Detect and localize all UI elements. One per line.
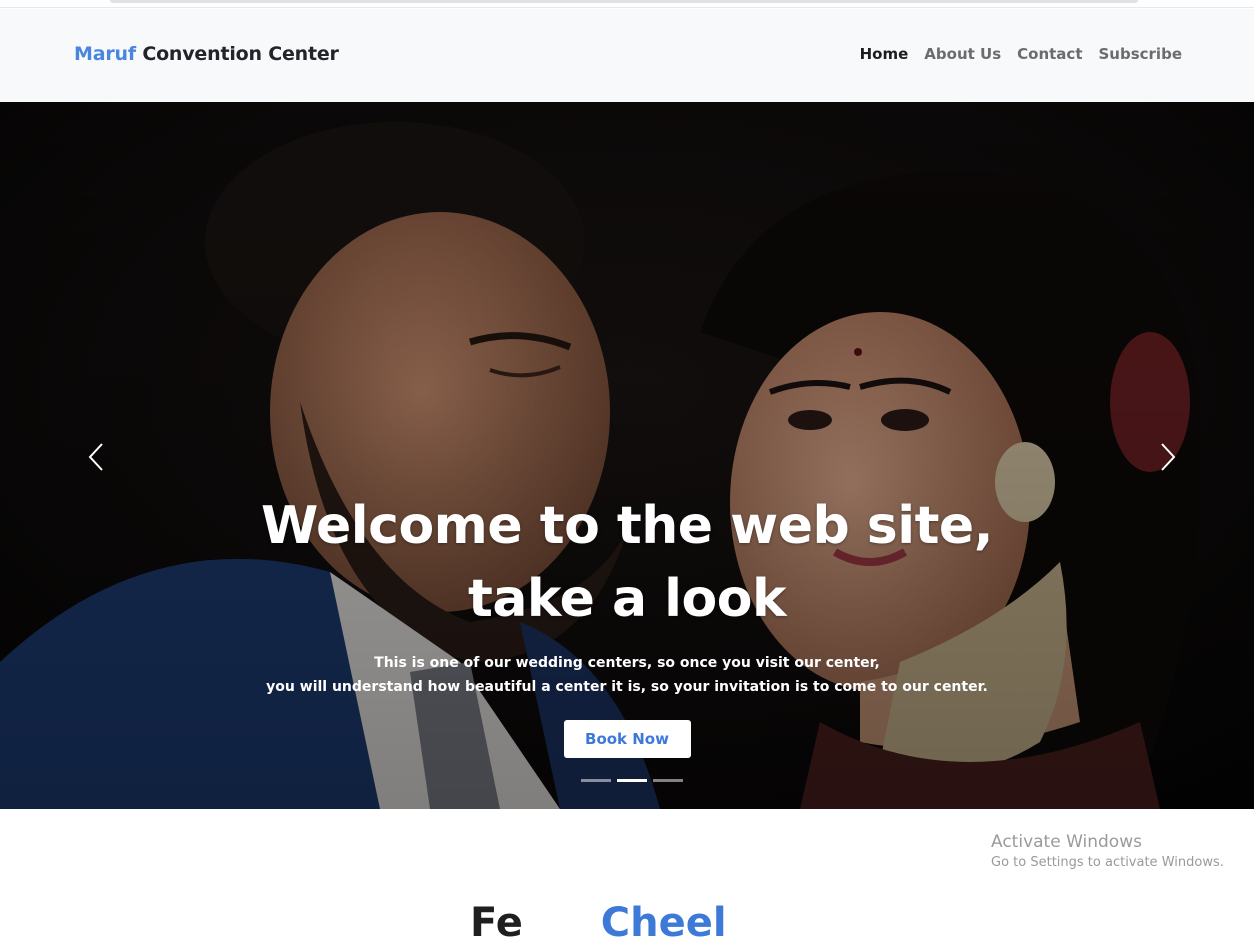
- carousel-prev-button[interactable]: [82, 440, 112, 474]
- chevron-left-icon: [88, 443, 103, 471]
- hero-description-line-2: you will understand how beautiful a cent…: [266, 679, 988, 695]
- section-heading-word-2: Cheel: [600, 900, 727, 946]
- carousel-indicators: [581, 779, 683, 782]
- browser-top-strip: [0, 0, 1254, 8]
- watermark-subtitle: Go to Settings to activate Windows.: [991, 855, 1224, 870]
- brand-logo[interactable]: Maruf Convention Center: [74, 43, 339, 65]
- browser-tab-edge: [110, 0, 1138, 3]
- carousel-indicator-3[interactable]: [653, 779, 683, 782]
- navbar: Maruf Convention Center Home About Us Co…: [0, 9, 1254, 102]
- main-nav: Home About Us Contact Subscribe: [860, 45, 1182, 63]
- hero-description-line-1: This is one of our wedding centers, so o…: [374, 655, 880, 671]
- carousel-next-button[interactable]: [1152, 440, 1182, 474]
- chevron-right-icon: [1161, 443, 1176, 471]
- nav-subscribe[interactable]: Subscribe: [1099, 45, 1183, 63]
- section-heading: Fe Cheel: [470, 900, 727, 946]
- hero-title-line-2: take a look: [467, 569, 787, 629]
- hero-title-line-1: Welcome to the web site,: [261, 496, 993, 556]
- nav-home[interactable]: Home: [860, 45, 909, 63]
- watermark-title: Activate Windows: [991, 832, 1142, 852]
- nav-contact[interactable]: Contact: [1017, 45, 1082, 63]
- book-now-button[interactable]: Book Now: [563, 720, 691, 758]
- brand-accent: Maruf: [74, 43, 136, 65]
- nav-about[interactable]: About Us: [924, 45, 1001, 63]
- hero-carousel: Welcome to the web site, take a look Thi…: [0, 102, 1254, 809]
- brand-name: Convention Center: [135, 43, 339, 65]
- carousel-indicator-1[interactable]: [581, 779, 611, 782]
- carousel-caption: Welcome to the web site, take a look Thi…: [0, 490, 1254, 758]
- section-heading-word-1: Fe: [470, 900, 523, 946]
- windows-activation-watermark: Activate Windows Go to Settings to activ…: [991, 832, 1224, 870]
- carousel-indicator-2[interactable]: [617, 779, 647, 782]
- hero-description: This is one of our wedding centers, so o…: [0, 651, 1254, 699]
- hero-title: Welcome to the web site, take a look: [0, 490, 1254, 636]
